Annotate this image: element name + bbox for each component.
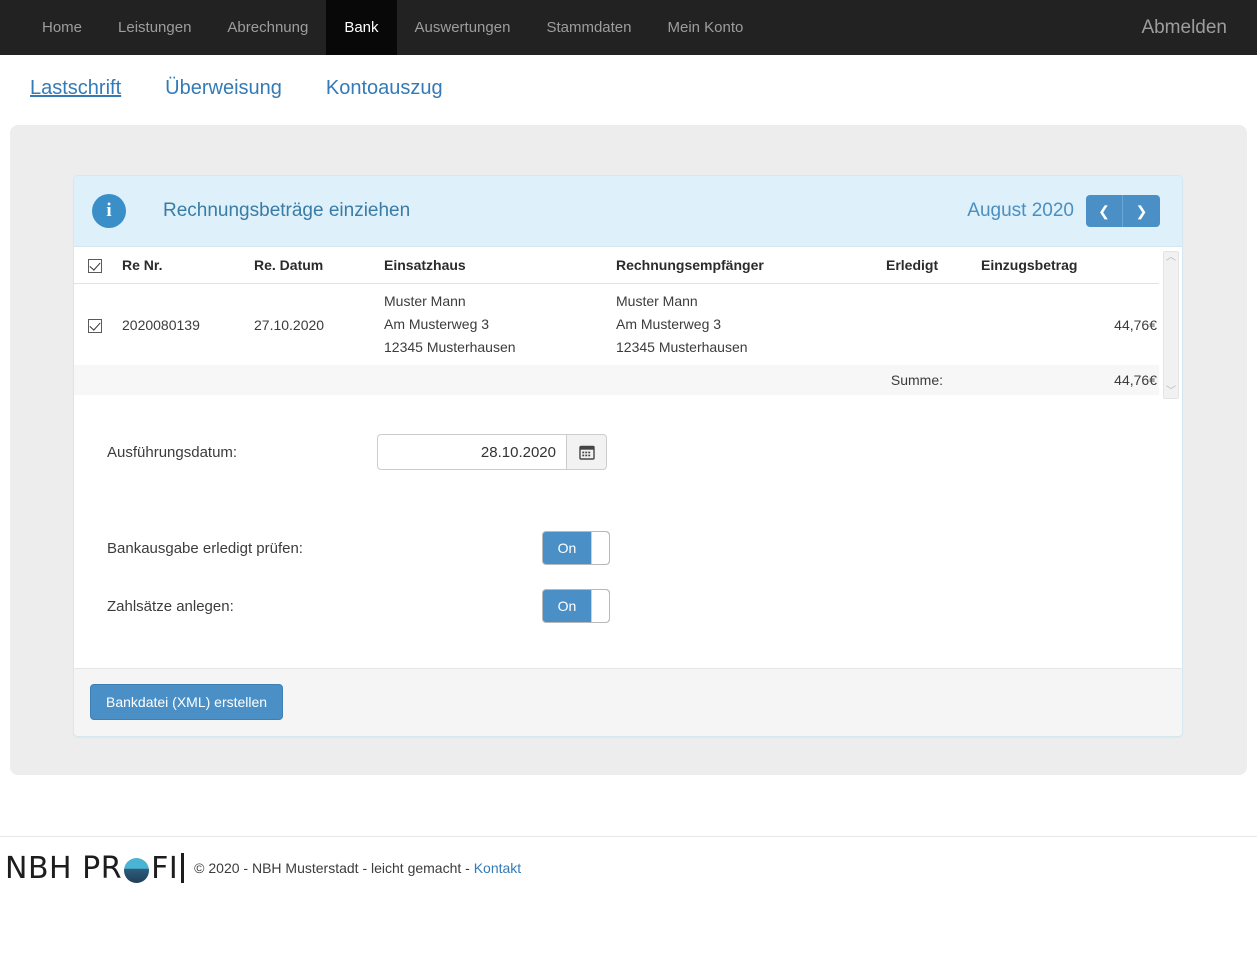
empfaenger-line2: Am Musterweg 3 (616, 316, 722, 333)
table-scrollbar[interactable]: ︿ ﹀ (1163, 251, 1179, 399)
create-bank-file-button[interactable]: Bankdatei (XML) erstellen (90, 684, 284, 720)
row-select-cell (74, 284, 122, 366)
summary-spacer-4 (384, 365, 616, 396)
summary-label: Summe: (616, 365, 981, 396)
calendar-icon (578, 445, 595, 460)
check-bank-output-row: Bankausgabe erledigt prüfen: On (74, 522, 1182, 574)
content-container: i Rechnungsbeträge einziehen August 2020… (10, 125, 1247, 775)
nav-item-stammdaten[interactable]: Stammdaten (528, 0, 649, 55)
cell-date: 27.10.2020 (254, 316, 325, 333)
einsatzhaus-address: Muster Mann Am Musterweg 3 12345 Musterh… (384, 290, 616, 359)
summary-row: Summe: 44,76€ (74, 365, 1159, 396)
nav-item-auswertungen[interactable]: Auswertungen (397, 0, 529, 55)
logo-bar-icon (181, 853, 185, 883)
lastschrift-panel: i Rechnungsbeträge einziehen August 2020… (73, 175, 1183, 737)
navbar-right: Abmelden (1141, 0, 1257, 55)
subnav-item-kontoauszug[interactable]: Kontoauszug (326, 77, 443, 100)
row-checkbox[interactable] (88, 318, 102, 333)
einsatzhaus-line3: 12345 Musterhausen (384, 339, 516, 356)
select-all-checkbox[interactable] (88, 259, 102, 274)
summary-value: 44,76€ (981, 365, 1159, 396)
check-bank-output-toggle[interactable]: On (542, 531, 610, 565)
nav-item-abrechnung[interactable]: Abrechnung (209, 0, 326, 55)
footer-copyright: © 2020 - NBH Musterstadt - leicht gemach… (194, 860, 521, 876)
nav-item-home[interactable]: Home (24, 0, 100, 55)
subnav-item-ueberweisung[interactable]: Überweisung (165, 77, 282, 100)
col-header-erledigt: Erledigt (886, 247, 981, 285)
logo-text-part2: FI (151, 850, 179, 886)
check-bank-output-toggle-state: On (557, 540, 577, 556)
chevron-left-icon: ❮ (1098, 202, 1110, 219)
execution-date-input[interactable] (377, 434, 567, 470)
check-bank-output-toggle-knob (591, 532, 609, 564)
month-label: August 2020 (967, 200, 1074, 221)
chevron-right-icon: ❯ (1135, 202, 1148, 219)
logo-circle-icon (124, 857, 150, 883)
prev-month-button[interactable]: ❮ (1086, 195, 1123, 227)
table-row[interactable]: 2020080139 27.10.2020 Muster Mann Am Mus… (74, 284, 1159, 366)
panel-title: Rechnungsbeträge einziehen (163, 200, 411, 221)
execution-date-group (377, 434, 607, 470)
navbar-items: Home Leistungen Abrechnung Bank Auswertu… (24, 0, 761, 55)
nav-item-mein-konto[interactable]: Mein Konto (649, 0, 761, 55)
cell-erledigt (886, 284, 981, 366)
invoice-table-head: Re Nr. Re. Datum Einsatzhaus Rechnungsem… (74, 247, 1159, 285)
site-footer: NBH PR FI © 2020 - NBH Musterstadt - lei… (0, 836, 1257, 886)
info-icon-glyph: i (106, 200, 112, 221)
cell-empfaenger: Muster Mann Am Musterweg 3 12345 Musterh… (616, 284, 886, 366)
col-header-empfaenger: Rechnungsempfänger (616, 247, 886, 285)
subnav-item-lastschrift[interactable]: Lastschrift (30, 77, 121, 100)
create-payment-records-toggle[interactable]: On (542, 589, 610, 623)
create-payment-records-toggle-state: On (557, 598, 577, 614)
nav-item-bank[interactable]: Bank (326, 0, 397, 55)
footer-copyright-text: © 2020 - NBH Musterstadt - leicht gemach… (194, 860, 474, 876)
empfaenger-address: Muster Mann Am Musterweg 3 12345 Musterh… (616, 290, 886, 359)
sub-navigation: Lastschrift Überweisung Kontoauszug (0, 55, 1257, 121)
cell-einsatzhaus: Muster Mann Am Musterweg 3 12345 Musterh… (384, 284, 616, 366)
scroll-up-icon[interactable]: ︿ (1166, 252, 1176, 264)
panel-heading: i Rechnungsbeträge einziehen August 2020… (74, 176, 1182, 247)
col-header-einzugsbetrag: Einzugsbetrag (981, 247, 1159, 285)
next-month-button[interactable]: ❯ (1123, 195, 1160, 227)
invoice-table-area: Re Nr. Re. Datum Einsatzhaus Rechnungsem… (74, 247, 1182, 402)
info-icon: i (92, 194, 126, 228)
logo-text-part1: NBH PR (5, 850, 123, 886)
summary-spacer-2 (122, 365, 254, 396)
panel-footer: Bankdatei (XML) erstellen (74, 668, 1182, 736)
execution-date-label: Ausführungsdatum: (107, 443, 238, 461)
nbh-profi-logo: NBH PR FI (5, 850, 185, 886)
calendar-picker-button[interactable] (567, 434, 607, 470)
footer-contact-link[interactable]: Kontakt (474, 860, 521, 876)
nav-item-leistungen[interactable]: Leistungen (100, 0, 209, 55)
select-all-header (74, 247, 122, 285)
cell-einzugsbetrag: 44,76€ (1114, 316, 1157, 333)
empfaenger-line1: Muster Mann (616, 293, 698, 310)
scroll-down-icon[interactable]: ﹀ (1166, 386, 1176, 398)
summary-spacer-3 (254, 365, 384, 396)
create-payment-records-toggle-knob (591, 590, 609, 622)
invoice-table: Re Nr. Re. Datum Einsatzhaus Rechnungsem… (74, 247, 1159, 396)
create-payment-records-row: Zahlsätze anlegen: On (74, 580, 1182, 632)
check-bank-output-label: Bankausgabe erledigt prüfen: (107, 539, 303, 557)
month-navigation: August 2020 ❮ ❯ (967, 195, 1160, 227)
empfaenger-line3: 12345 Musterhausen (616, 339, 748, 356)
col-header-einsatzhaus: Einsatzhaus (384, 247, 616, 285)
execution-date-row: Ausführungsdatum: (74, 426, 1182, 478)
create-payment-records-label: Zahlsätze anlegen: (107, 597, 234, 615)
cell-renr: 2020080139 (122, 316, 200, 333)
einsatzhaus-line2: Am Musterweg 3 (384, 316, 490, 333)
summary-spacer-1 (74, 365, 122, 396)
invoice-table-body: 2020080139 27.10.2020 Muster Mann Am Mus… (74, 284, 1159, 396)
einsatzhaus-line1: Muster Mann (384, 293, 466, 310)
col-header-renr: Re Nr. (122, 247, 254, 285)
form-body: Ausführungsdatum: 28.10.2020 Bankausgabe… (74, 402, 1182, 668)
month-buttons: ❮ ❯ (1086, 195, 1160, 227)
main-navbar: Home Leistungen Abrechnung Bank Auswertu… (0, 0, 1257, 55)
logout-link[interactable]: Abmelden (1141, 17, 1227, 39)
logo-text: NBH PR FI (5, 850, 185, 886)
table-header-row: Re Nr. Re. Datum Einsatzhaus Rechnungsem… (74, 247, 1159, 285)
col-header-date: Re. Datum (254, 247, 384, 285)
